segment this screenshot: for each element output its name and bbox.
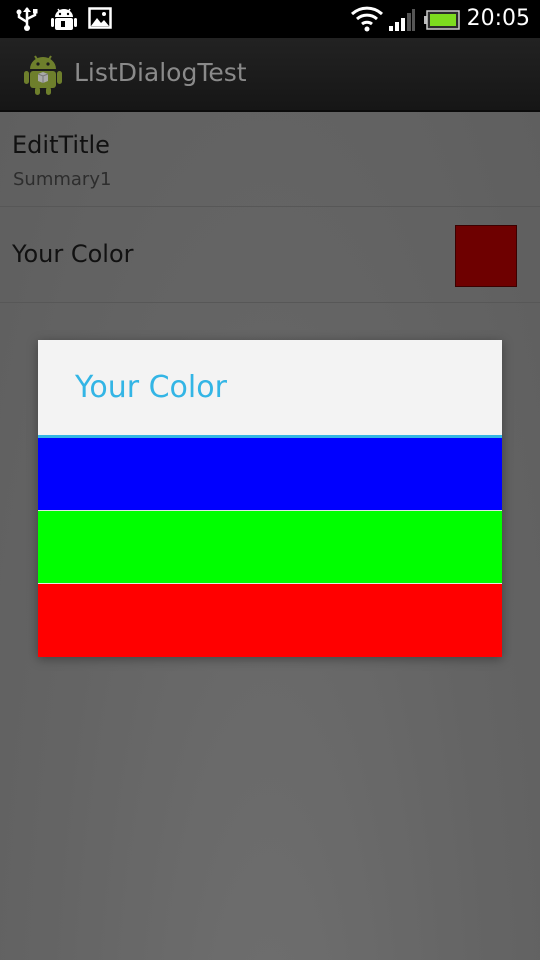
gallery-icon xyxy=(88,6,112,34)
action-bar: ListDialogTest xyxy=(0,38,540,112)
status-bar: 20:05 xyxy=(0,0,540,38)
status-time: 20:05 xyxy=(466,6,530,31)
pref-edit-title[interactable]: EditTitle Summary1 xyxy=(0,112,540,207)
android-robot-icon xyxy=(24,52,62,100)
pref-your-color[interactable]: Your Color xyxy=(0,207,540,303)
app-title: ListDialogTest xyxy=(74,58,247,87)
usb-icon xyxy=(14,6,40,36)
battery-icon xyxy=(424,10,460,34)
android-debug-icon xyxy=(50,6,78,38)
wifi-icon xyxy=(350,4,384,36)
color-option-red[interactable] xyxy=(38,584,502,657)
dialog-title: Your Color xyxy=(75,370,227,405)
pref-title: EditTitle xyxy=(12,131,110,159)
color-picker-dialog: Your Color xyxy=(38,340,502,657)
color-swatch xyxy=(455,225,517,287)
pref-summary: Summary1 xyxy=(13,169,112,190)
color-option-blue[interactable] xyxy=(38,438,502,510)
pref-title: Your Color xyxy=(12,240,134,268)
signal-icon xyxy=(388,8,416,36)
color-option-green[interactable] xyxy=(38,511,502,583)
